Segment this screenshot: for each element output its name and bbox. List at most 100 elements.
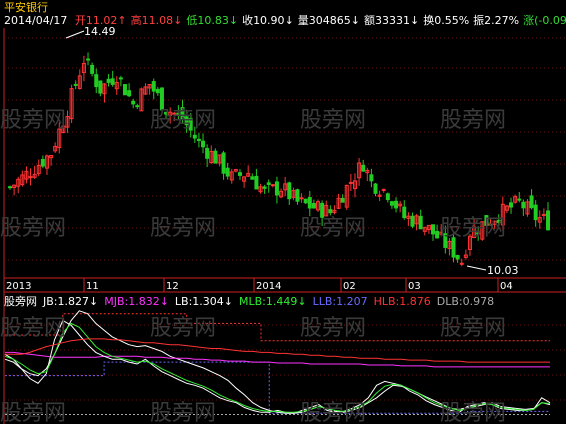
candle-body [184, 116, 189, 126]
header-item-5: 额33331↓ [364, 14, 420, 27]
candle-body [517, 198, 522, 201]
x-tick-label: 04 [500, 281, 513, 292]
candle-body [90, 64, 95, 74]
candle-body [307, 197, 312, 209]
x-tick-label: 03 [408, 281, 421, 292]
candle-body [8, 186, 12, 189]
candle-body [541, 213, 546, 216]
candle-body [311, 203, 316, 209]
candle-body [192, 134, 197, 139]
candle-body [135, 105, 140, 108]
high-price-label: 14.49 [84, 25, 116, 38]
candle-body [521, 201, 526, 209]
candle-body [435, 230, 440, 239]
candle-body [172, 112, 177, 115]
legend-mjb: MJB:1.832↓ [104, 295, 169, 308]
legend-hlb: HLB:1.876 [373, 295, 431, 308]
candle-body [418, 215, 423, 230]
stock-chart-window: 2013 11 12 2014 02 03 04 平安银行 2014/04/17 开11.0… [0, 0, 566, 424]
header-item-1: 高11.08↓ [130, 14, 183, 27]
candle-body [127, 90, 132, 97]
candle-body [151, 81, 156, 92]
header-item-3: 收10.90↓ [242, 14, 294, 27]
candle-body [529, 195, 534, 209]
candle-body [94, 74, 99, 88]
candle-body [320, 202, 325, 218]
candle-body [28, 176, 33, 179]
candle-body [221, 152, 226, 174]
candle-body [40, 158, 45, 167]
candle-body [205, 147, 210, 159]
x-tick-label: 02 [343, 281, 356, 292]
high-pointer [65, 30, 85, 39]
candle-body [533, 204, 538, 221]
candle-body [328, 209, 333, 214]
candle-body [303, 198, 308, 204]
x-tick-label: 2014 [256, 281, 281, 292]
candle-body [86, 58, 91, 61]
candle-body [122, 84, 127, 96]
candle-body [225, 167, 230, 177]
chart-canvas[interactable]: 2013 11 12 2014 02 03 04 [0, 0, 566, 424]
candle-body [381, 188, 386, 191]
candle-body [484, 215, 489, 226]
candle-body [73, 83, 78, 86]
candle-body [254, 175, 259, 190]
candle-body [270, 184, 275, 187]
legend-title: 股旁网 [4, 295, 37, 308]
candle-body [155, 88, 160, 94]
candle-body [385, 193, 390, 201]
candle-body [476, 232, 481, 235]
candle-body [443, 233, 448, 248]
candle-body [287, 182, 292, 200]
date-label: 2014/04/17 [4, 14, 68, 27]
candle-body [266, 182, 271, 185]
candle-body [299, 197, 304, 200]
candle-body [237, 172, 242, 176]
candle-body [213, 150, 218, 164]
legend-lb: LB:1.304↓ [174, 295, 234, 308]
header-item-8: 涨(-0.09) [523, 14, 566, 27]
candle-body [402, 206, 407, 219]
candle-body [394, 200, 399, 209]
candle-body [431, 224, 436, 235]
legend-mlb: MLB:1.449↓ [239, 295, 307, 308]
candle-body [180, 107, 185, 120]
candle-body [389, 201, 394, 206]
candle-body [106, 78, 111, 83]
stock-name: 平安银行 [4, 1, 48, 14]
candle-body [546, 210, 550, 231]
candle-body [250, 176, 255, 180]
candle-body [159, 87, 164, 111]
x-tick-label: 11 [86, 281, 99, 292]
legend-llb: LLB:1.207 [312, 295, 368, 308]
header-item-2: 低10.83↓ [186, 14, 239, 27]
candle-body [188, 118, 193, 131]
candle-body [488, 223, 493, 226]
candle-body [348, 181, 353, 184]
candle-body [110, 78, 115, 85]
candle-body [455, 254, 460, 260]
candle-body [361, 164, 366, 172]
candle-body [164, 111, 169, 115]
low-pointer [466, 265, 487, 271]
indicator-legend: 股旁网 JB:1.827↓ MJB:1.832↓ LB:1.304↓ MLB:1.449… [4, 296, 500, 308]
candle-body [340, 197, 345, 203]
candle-body [373, 183, 378, 194]
header-item-6: 换0.55% [423, 14, 470, 27]
candle-body [459, 262, 464, 265]
llb-step-line [5, 361, 550, 414]
candle-body [451, 237, 456, 258]
header-item-7: 振2.27% [473, 14, 520, 27]
candle-body [201, 140, 206, 148]
candle-body [176, 112, 181, 115]
legend-dlb: DLB:0.978 [436, 295, 495, 308]
candle-body [295, 189, 300, 202]
header-item-4: 量304865↓ [297, 14, 360, 27]
candle-body [196, 138, 201, 142]
candle-body [410, 215, 415, 227]
candle-body [369, 174, 374, 182]
candle-body [118, 77, 123, 80]
x-tick-label: 2013 [6, 281, 31, 292]
x-tick-label: 12 [166, 281, 179, 292]
